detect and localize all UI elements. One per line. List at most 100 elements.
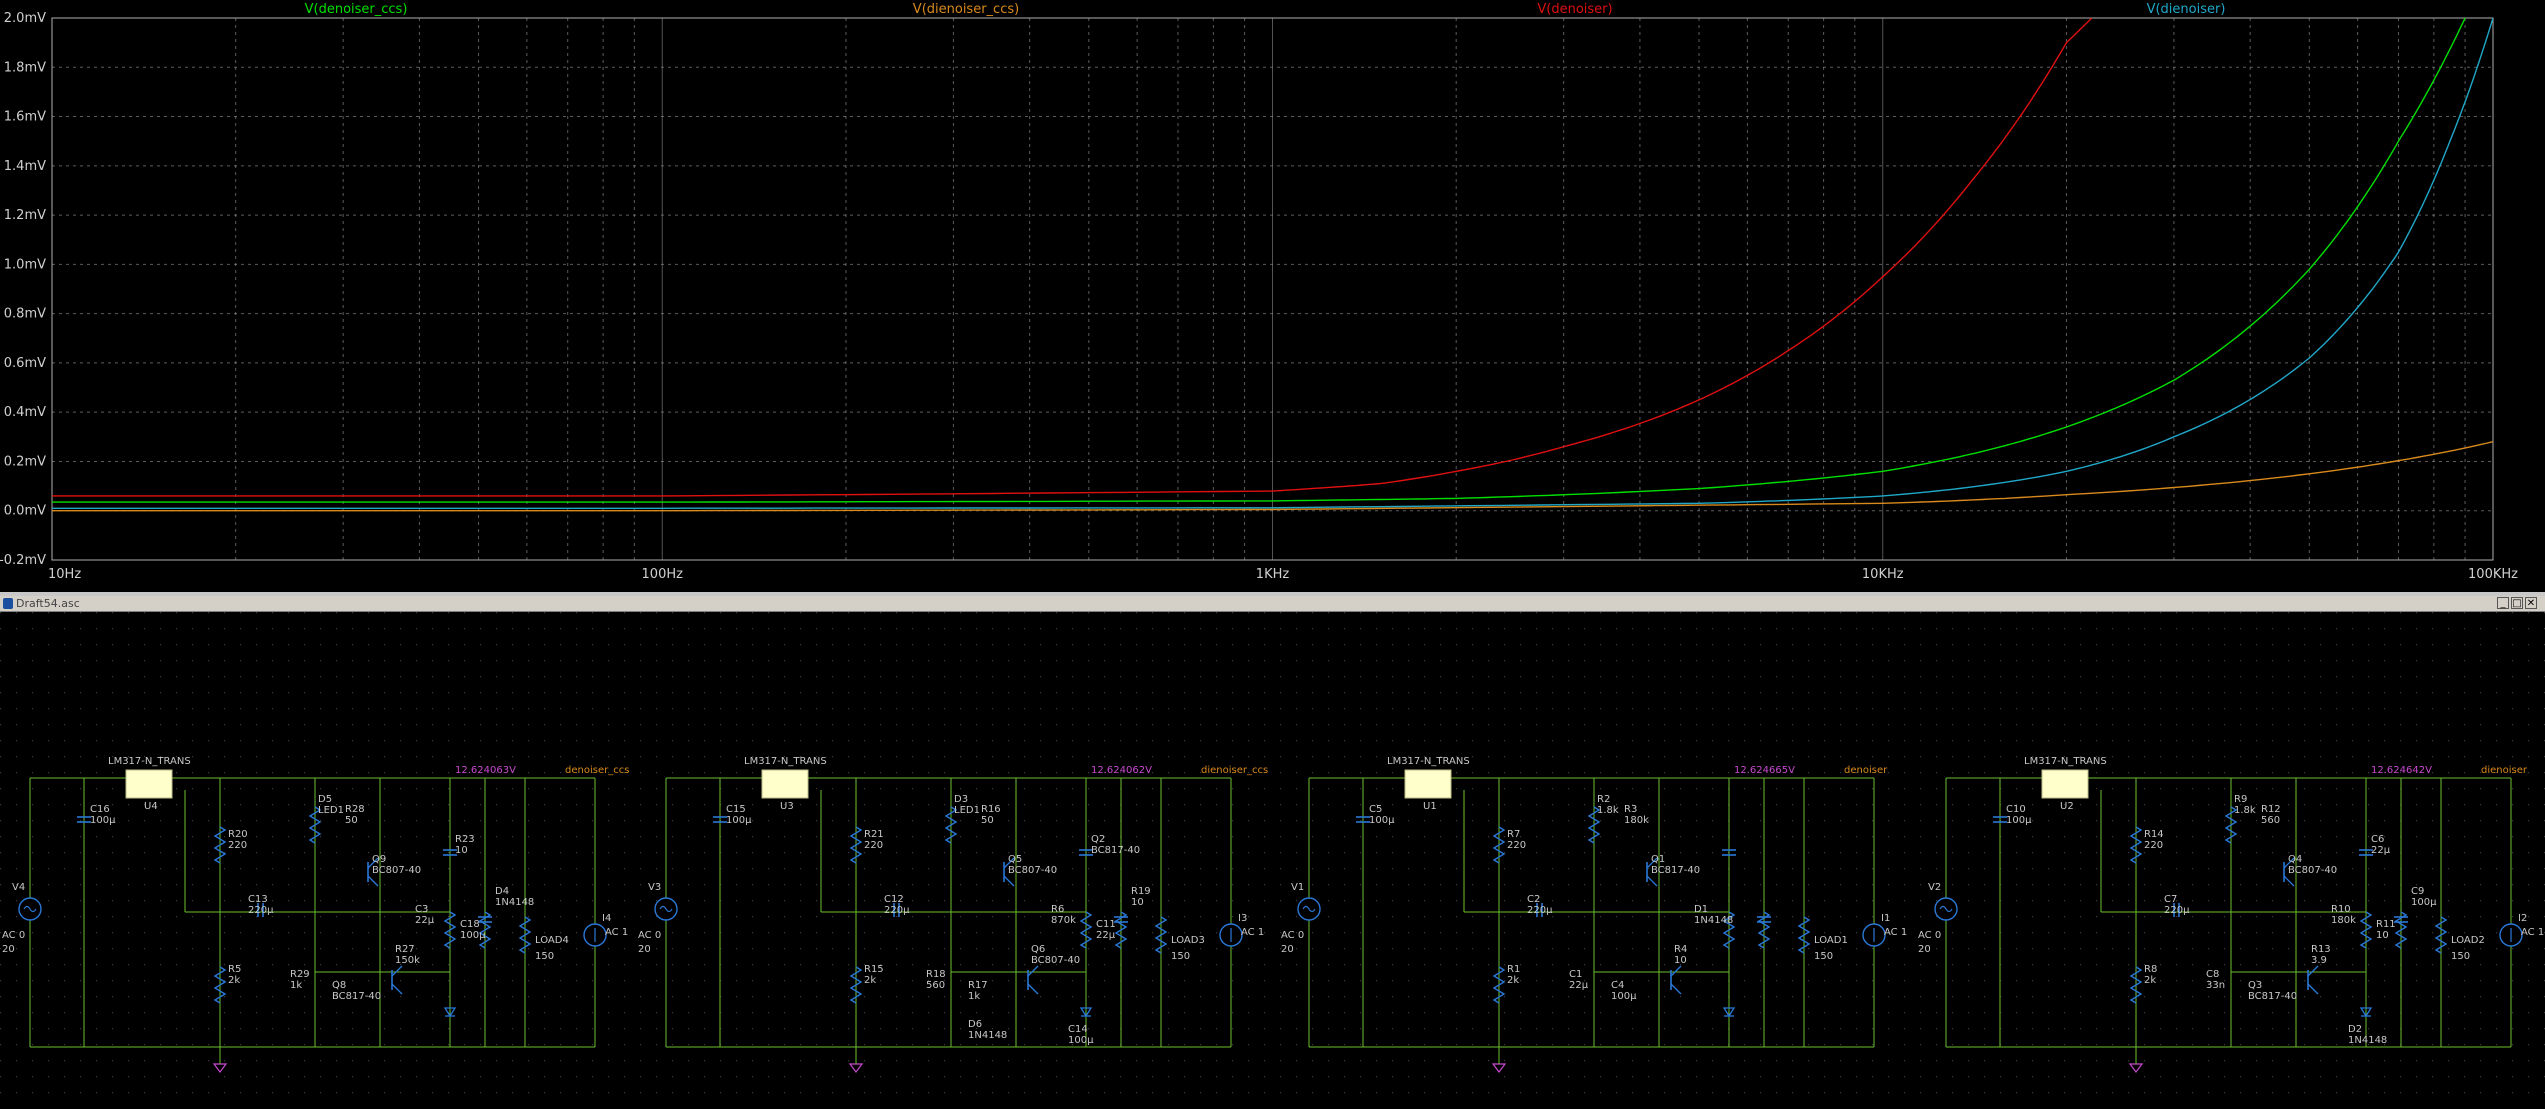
- component-label: Q3: [2248, 980, 2262, 991]
- component-label: Q5: [1008, 854, 1022, 865]
- schematic-editor[interactable]: LM317-N_TRANS U4 12.624063V denoiser_ccs V4 A…: [0, 612, 2545, 1105]
- component-label: dienoiser: [2481, 765, 2528, 776]
- schematic-window-title: Draft54.asc: [16, 597, 80, 610]
- component-label: 22µ: [2371, 845, 2391, 856]
- component-label: U4: [144, 801, 158, 812]
- component-label: LOAD3: [1171, 935, 1205, 946]
- component-label: AC 1: [2521, 927, 2544, 938]
- component-label: LM317-N_TRANS: [108, 756, 191, 767]
- series-line: [52, 18, 2093, 497]
- minimize-button[interactable]: _: [2497, 597, 2509, 609]
- component-label: 12.624665V: [1734, 765, 1795, 776]
- component-label: 1N4148: [1694, 915, 1733, 926]
- component-label: 220µ: [884, 905, 910, 916]
- x-tick-label: 10Hz: [48, 567, 81, 582]
- component-label: 220: [228, 840, 247, 851]
- component-label: AC 0: [1281, 930, 1304, 941]
- component-label: C15: [726, 804, 746, 815]
- component-label: R18: [926, 969, 946, 980]
- component-label: R2: [1597, 794, 1610, 805]
- legend-entry: V(dienoiser_ccs): [913, 2, 1019, 17]
- component-label: R1: [1507, 964, 1520, 975]
- component-label: U2: [2060, 801, 2074, 812]
- component-label: R15: [864, 964, 884, 975]
- regulator-ic: [125, 769, 173, 799]
- schematic-canvas[interactable]: LM317-N_TRANS U4 12.624063V denoiser_ccs V4 A…: [0, 612, 2545, 1105]
- y-tick-label: 1.6mV: [4, 110, 46, 125]
- component-label: AC 1: [605, 927, 628, 938]
- component-label: 150: [535, 951, 554, 962]
- legend-entry: V(denoiser): [1537, 2, 1612, 17]
- component-label: AC 0: [1918, 930, 1941, 941]
- component-label: 150k: [395, 955, 420, 966]
- component-label: 1.8k: [2234, 805, 2256, 816]
- component-label: 10: [2376, 930, 2389, 941]
- component-label: 12.624642V: [2371, 765, 2432, 776]
- component-label: R8: [2144, 964, 2157, 975]
- waveform-plot-pane[interactable]: 2.0mV 1.8mV 1.6mV 1.4mV 1.2mV 1.0mV 0.8mV 0.6mV…: [0, 0, 2545, 592]
- component-label: R17: [968, 980, 988, 991]
- y-tick-label: -0.2mV: [0, 553, 46, 568]
- component-label: R29: [290, 969, 310, 980]
- component-label: R20: [228, 829, 248, 840]
- component-label: 12.624063V: [455, 765, 516, 776]
- component-label: R28: [345, 804, 365, 815]
- component-label: R27: [395, 944, 415, 955]
- component-label: 22µ: [1096, 930, 1116, 941]
- component-label: Q6: [1031, 944, 1045, 955]
- y-tick-label: 1.4mV: [4, 159, 46, 174]
- component-label: 100µ: [460, 930, 486, 941]
- component-label: 2k: [1507, 975, 1519, 986]
- component-label: BC807-40: [1031, 955, 1080, 966]
- component-label: 100µ: [726, 815, 752, 826]
- component-label: 220: [1507, 840, 1526, 851]
- component-label: 100µ: [1068, 1035, 1094, 1046]
- component-label: 22µ: [415, 915, 435, 926]
- component-label: R14: [2144, 829, 2164, 840]
- component-label: 100µ: [90, 815, 116, 826]
- component-label: 1k: [290, 980, 302, 991]
- x-tick-label: 10KHz: [1862, 567, 1904, 582]
- component-label: D3: [954, 794, 968, 805]
- component-label: BC807-40: [372, 865, 421, 876]
- component-label: C4: [1611, 980, 1624, 991]
- component-label: R11: [2376, 919, 2396, 930]
- component-label: Q9: [372, 854, 386, 865]
- component-label: U1: [1423, 801, 1437, 812]
- component-label: denoiser: [1844, 765, 1888, 776]
- legend-entry: V(denoiser_ccs): [305, 2, 408, 17]
- component-label: D4: [495, 886, 509, 897]
- component-label: D6: [968, 1019, 982, 1030]
- component-label: 150: [2451, 951, 2470, 962]
- component-label: R9: [2234, 794, 2247, 805]
- component-label: 180k: [1624, 815, 1649, 826]
- component-label: C5: [1369, 804, 1382, 815]
- component-label: I1: [1881, 913, 1890, 924]
- y-tick-label: 0.6mV: [4, 356, 46, 371]
- schematic-window-titlebar[interactable]: Draft54.asc _ □ ✕: [0, 596, 2545, 612]
- component-label: Q4: [2288, 854, 2302, 865]
- component-label: 100µ: [2411, 897, 2437, 908]
- component-label: 20: [1918, 944, 1931, 955]
- waveform-plot[interactable]: 2.0mV 1.8mV 1.6mV 1.4mV 1.2mV 1.0mV 0.8mV 0.6mV…: [0, 0, 2545, 592]
- component-label: C6: [2371, 834, 2384, 845]
- component-label: 20: [1281, 944, 1294, 955]
- maximize-button[interactable]: □: [2511, 597, 2523, 609]
- component-label: V2: [1928, 882, 1941, 893]
- component-label: R19: [1131, 886, 1151, 897]
- y-tick-label: 1.2mV: [4, 208, 46, 223]
- component-label: 12.624062V: [1091, 765, 1152, 776]
- component-label: R13: [2311, 944, 2331, 955]
- component-label: C18: [460, 919, 480, 930]
- component-label: 1k: [968, 991, 980, 1002]
- x-tick-label: 100KHz: [2468, 567, 2518, 582]
- component-label: 3.9: [2311, 955, 2327, 966]
- component-label: 1N4148: [2348, 1035, 2387, 1046]
- y-tick-label: 0.8mV: [4, 307, 46, 322]
- close-button[interactable]: ✕: [2525, 597, 2537, 609]
- component-label: 220: [2144, 840, 2163, 851]
- y-tick-label: 0.4mV: [4, 405, 46, 420]
- component-label: 220µ: [1527, 905, 1553, 916]
- component-label: LOAD1: [1814, 935, 1848, 946]
- component-label: BC817-40: [1091, 845, 1140, 856]
